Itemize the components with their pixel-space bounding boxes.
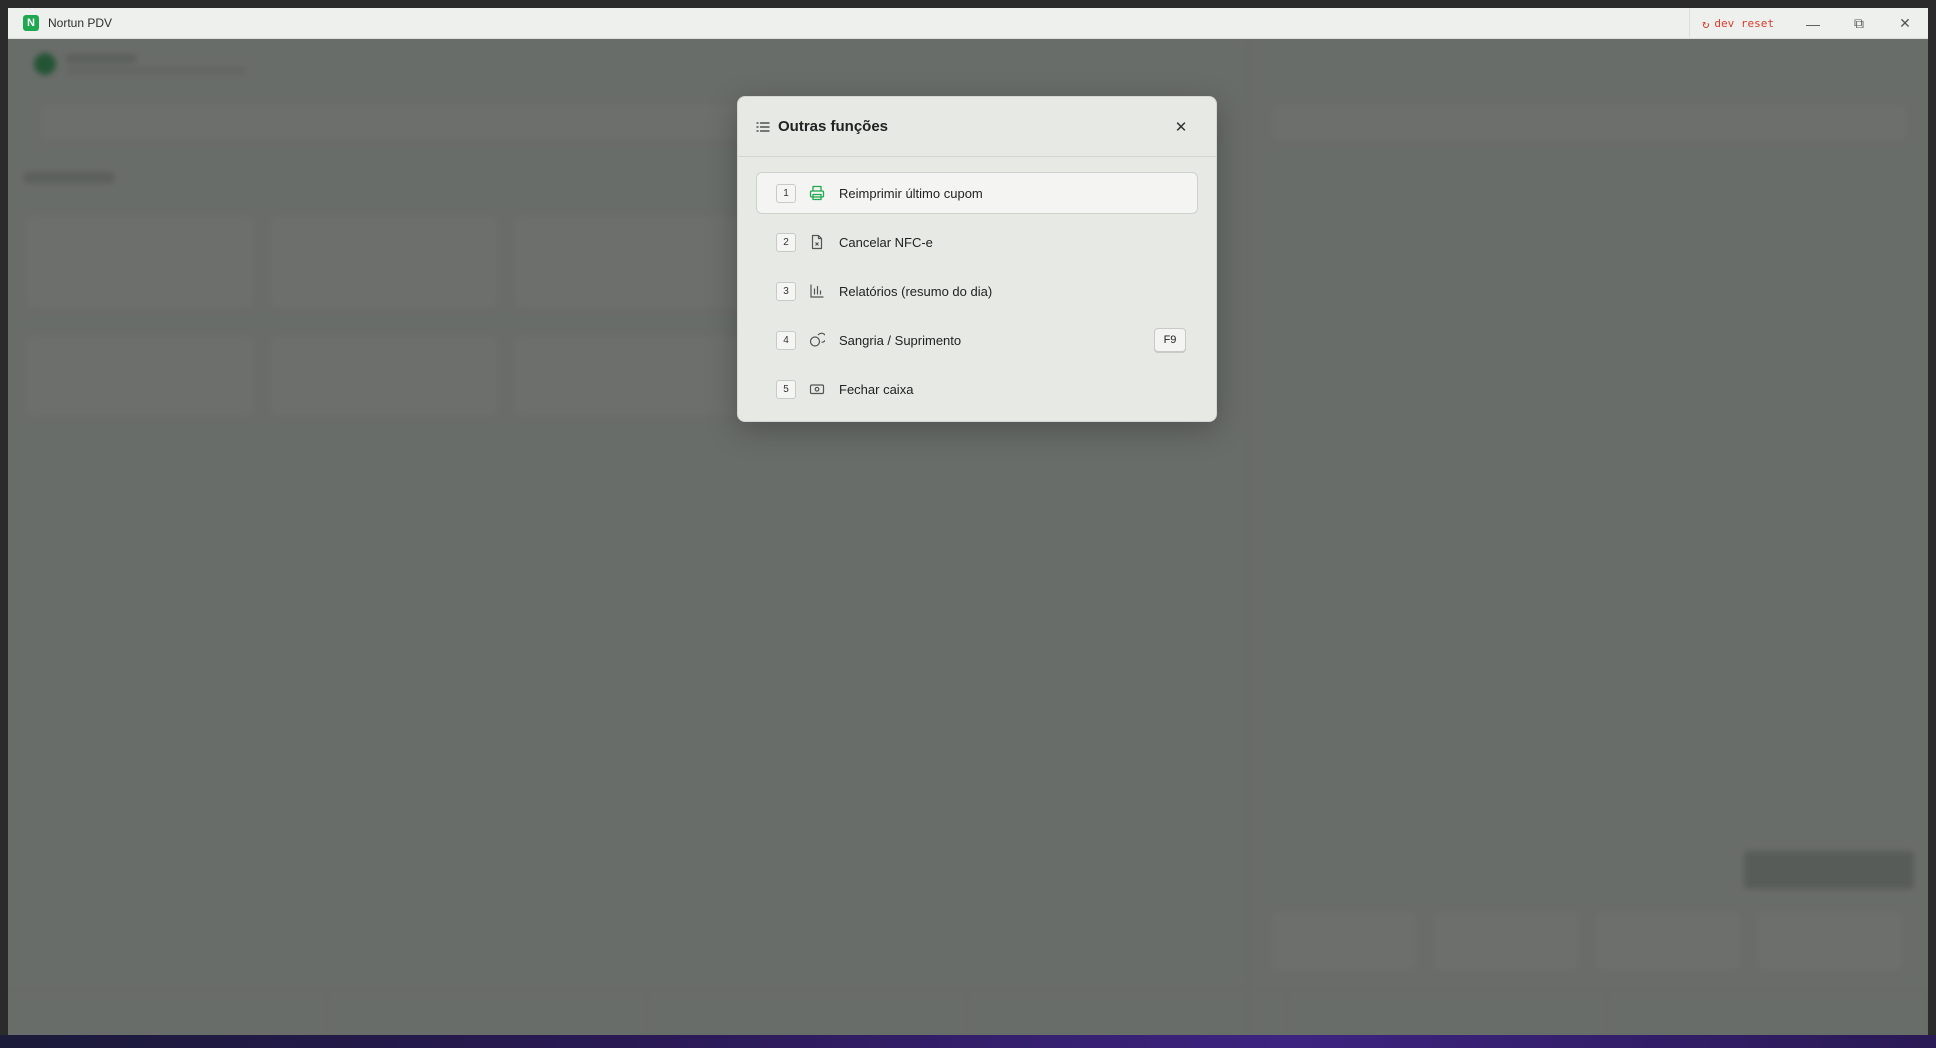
menu-item-close-register[interactable]: 5 Fechar caixa	[756, 368, 1198, 410]
title-bar-controls: ↻ dev reset — ⧉ ✕	[1689, 8, 1928, 39]
os-taskbar	[0, 1035, 1936, 1048]
dialog-header: Outras funções ✕	[738, 97, 1216, 157]
hotkey-badge: 1	[776, 183, 796, 203]
hotkey-badge: 2	[776, 232, 796, 252]
hotkey-badge: 4	[776, 330, 796, 350]
title-bar: N Nortun PDV ↻ dev reset — ⧉ ✕	[8, 8, 1928, 39]
dev-reset-label: dev reset	[1714, 17, 1774, 30]
app-logo-icon: N	[23, 15, 39, 31]
reset-icon: ↻	[1702, 16, 1710, 31]
menu-item-label: Relatórios (resumo do dia)	[839, 283, 993, 299]
minimize-icon: —	[1806, 15, 1820, 32]
minimize-button[interactable]: —	[1790, 8, 1836, 39]
menu-item-label: Cancelar NFC-e	[839, 234, 933, 250]
app-window: N Nortun PDV ↻ dev reset — ⧉ ✕ Outras fu…	[8, 8, 1928, 1048]
restore-icon: ⧉	[1854, 15, 1864, 31]
close-dialog-button[interactable]: ✕	[1172, 118, 1190, 136]
restore-button[interactable]: ⧉	[1836, 8, 1882, 39]
close-icon: ✕	[1899, 15, 1911, 31]
menu-item-label: Sangria / Suprimento	[839, 332, 962, 348]
menu-item-reprint-receipt[interactable]: 1 Reimprimir último cupom	[756, 172, 1198, 214]
file-x-icon	[811, 234, 823, 250]
app-title: Nortun PDV	[48, 16, 113, 30]
other-functions-dialog: Outras funções ✕ 1 Reimprimir último cup…	[737, 96, 1217, 422]
menu-item-cancel-nfce[interactable]: 2 Cancelar NFC-e	[756, 221, 1198, 263]
coins-icon	[809, 332, 825, 347]
banknote-icon	[809, 384, 825, 395]
menu-item-label: Reimprimir último cupom	[839, 185, 983, 201]
hotkey-badge: 5	[776, 379, 796, 399]
shortcut-key-badge: F9	[1154, 328, 1186, 352]
hotkey-badge: 3	[776, 281, 796, 301]
menu-item-label: Fechar caixa	[839, 381, 914, 397]
bar-chart-icon	[810, 284, 824, 298]
close-icon: ✕	[1174, 119, 1188, 136]
function-list: 1 Reimprimir último cupom 2 Cancelar NFC…	[738, 157, 1216, 410]
list-icon	[756, 121, 770, 132]
dev-reset-button[interactable]: ↻ dev reset	[1689, 8, 1790, 39]
menu-item-reports[interactable]: 3 Relatórios (resumo do dia)	[756, 270, 1198, 312]
close-window-button[interactable]: ✕	[1882, 8, 1928, 39]
printer-icon	[809, 185, 825, 201]
dialog-title: Outras funções	[778, 118, 889, 135]
menu-item-cash-movement[interactable]: 4 Sangria / Suprimento F9	[756, 319, 1198, 361]
